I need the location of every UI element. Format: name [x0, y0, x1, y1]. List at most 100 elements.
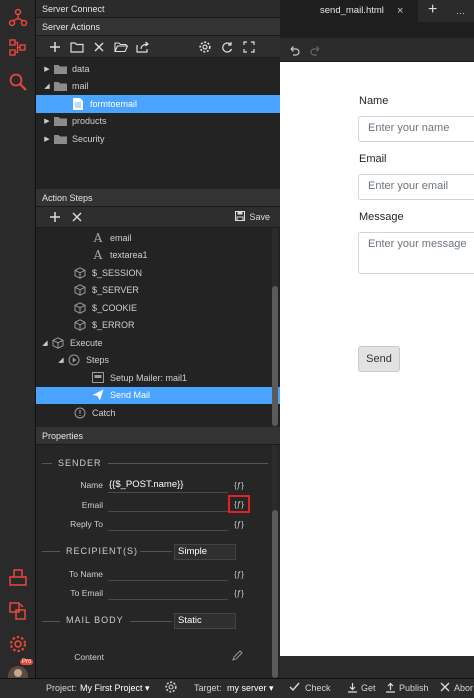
design-toolbar [280, 38, 474, 62]
reply-to-dynamic-data-button[interactable]: {ƒ} [230, 517, 248, 531]
document-tabs: send_mail.html × + … [280, 0, 474, 22]
add-step-icon[interactable] [44, 207, 66, 227]
undo-icon[interactable] [288, 44, 300, 58]
caret-down-icon[interactable]: ◢ [40, 339, 50, 347]
to-email-input[interactable] [108, 599, 228, 600]
name-dynamic-data-button[interactable]: {ƒ} [230, 478, 248, 492]
reply-to-input[interactable] [108, 530, 228, 531]
tab-send-mail-html[interactable]: send_mail.html × [280, 0, 418, 22]
step-steps[interactable]: ◢ Steps [36, 352, 280, 370]
recipients-section-title: RECIPIENT(S) [66, 546, 139, 556]
step-server[interactable]: $_SERVER [36, 282, 280, 300]
remove-step-icon[interactable] [66, 207, 88, 227]
edit-pencil-icon[interactable] [232, 650, 243, 663]
scrollbar-thumb[interactable] [272, 286, 278, 426]
caret-right-icon[interactable]: ▶ [42, 135, 52, 143]
share-icon[interactable] [132, 37, 154, 57]
text-field-icon: A [93, 230, 103, 245]
mail-body-mode-select[interactable]: Static [174, 613, 236, 629]
step-email[interactable]: A email [36, 229, 280, 247]
caret-down-icon[interactable]: ◢ [56, 356, 66, 364]
close-tab-icon[interactable]: × [397, 0, 403, 22]
tree-folder-data[interactable]: ▶ data [36, 60, 280, 78]
divider [130, 621, 172, 622]
properties-scrollbar[interactable] [272, 445, 278, 678]
form-name-label: Name [359, 95, 389, 107]
project-gear-icon[interactable] [165, 681, 177, 695]
step-execute[interactable]: ◢ Execute [36, 334, 280, 352]
publish-button[interactable]: Publish [399, 683, 429, 693]
content-label: Content [74, 652, 104, 662]
to-name-dynamic-data-button[interactable]: {ƒ} [230, 567, 248, 581]
reply-to-label: Reply To [70, 519, 103, 529]
status-bar: Project: My First Project ▾ Target: my s… [0, 678, 474, 698]
step-textarea1[interactable]: A textarea1 [36, 247, 280, 265]
form-name-input[interactable]: Enter your name [358, 116, 474, 142]
server-actions-header: Server Actions [36, 18, 280, 36]
add-tab-icon[interactable]: + [428, 0, 437, 20]
play-circle-icon [66, 354, 82, 366]
settings-icon[interactable] [194, 37, 216, 57]
caret-down-icon[interactable]: ◢ [42, 82, 52, 90]
get-button[interactable]: Get [361, 683, 376, 693]
step-catch[interactable]: Catch [36, 404, 280, 422]
open-folder-icon[interactable] [110, 37, 132, 57]
panel-title: Server Connect [36, 0, 280, 18]
email-dynamic-data-button[interactable]: {ƒ} [228, 495, 250, 513]
caret-right-icon[interactable]: ▶ [42, 117, 52, 125]
new-folder-icon[interactable] [66, 37, 88, 57]
step-cookie[interactable]: $_COOKIE [36, 299, 280, 317]
mail-setup-icon [90, 372, 106, 384]
recipients-mode-select[interactable]: Simple [174, 544, 236, 560]
divider [42, 621, 60, 622]
gear-icon[interactable] [4, 630, 32, 658]
name-label: Name [80, 480, 103, 490]
tree-label: data [72, 63, 90, 74]
upload-icon [385, 682, 396, 695]
app-structure-icon[interactable] [4, 4, 32, 32]
abort-button[interactable]: Abor [454, 683, 473, 693]
check-button[interactable]: Check [305, 683, 331, 693]
name-value[interactable]: {{$_POST.name}} [109, 479, 183, 490]
caret-right-icon[interactable]: ▶ [42, 65, 52, 73]
fullscreen-icon[interactable] [238, 37, 260, 57]
to-email-dynamic-data-button[interactable]: {ƒ} [230, 586, 248, 600]
form-email-input[interactable]: Enter your email [358, 174, 474, 200]
steps-scrollbar[interactable] [272, 228, 278, 436]
tree-folder-products[interactable]: ▶ products [36, 113, 280, 131]
extensions-icon[interactable] [4, 597, 32, 625]
add-icon[interactable] [44, 37, 66, 57]
target-select[interactable]: my server ▾ [227, 683, 274, 694]
divider [42, 551, 60, 552]
tree-file-formtoemail[interactable]: formtoemail [36, 95, 280, 113]
properties-header: Properties [36, 427, 280, 445]
file-icon [70, 97, 86, 110]
save-label: Save [249, 212, 270, 222]
action-steps-header: Action Steps [36, 189, 280, 207]
tab-spacer [280, 22, 474, 38]
step-setup-mailer[interactable]: Setup Mailer: mail1 [36, 369, 280, 387]
step-send-mail[interactable]: Send Mail [36, 386, 280, 404]
redo-icon[interactable] [310, 44, 322, 58]
form-message-textarea[interactable]: Enter your message [358, 232, 474, 274]
action-steps-toolbar: Save [36, 207, 280, 228]
step-session[interactable]: $_SESSION [36, 264, 280, 282]
more-icon[interactable]: … [456, 0, 465, 22]
inbox-icon[interactable] [4, 563, 32, 591]
folder-icon [52, 81, 68, 92]
search-icon[interactable] [4, 68, 32, 96]
server-connect-icon[interactable] [4, 34, 32, 62]
scrollbar-thumb[interactable] [272, 510, 278, 678]
save-button[interactable]: Save [235, 211, 280, 223]
email-input[interactable] [108, 511, 228, 512]
refresh-icon[interactable] [216, 37, 238, 57]
step-label: $_COOKIE [92, 302, 138, 313]
tree-folder-security[interactable]: ▶ Security [36, 130, 280, 148]
project-select[interactable]: My First Project ▾ [80, 683, 150, 694]
send-button[interactable]: Send [358, 346, 400, 372]
tree-folder-mail[interactable]: ◢ mail [36, 78, 280, 96]
to-name-input[interactable] [108, 580, 228, 581]
delete-icon[interactable] [88, 37, 110, 57]
step-label: $_SERVER [92, 285, 139, 296]
step-error[interactable]: $_ERROR [36, 317, 280, 335]
